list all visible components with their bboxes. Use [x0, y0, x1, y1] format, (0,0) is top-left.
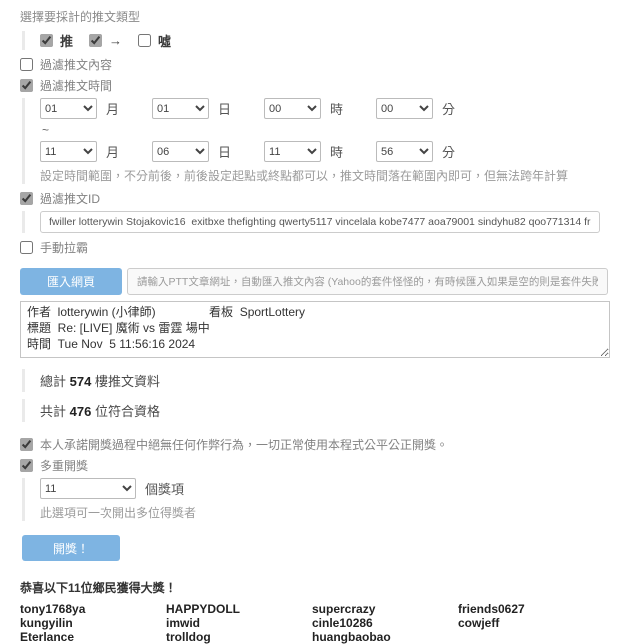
- multi-draw-group: 11 個獎項 此選項可一次開出多位得獎者: [22, 478, 640, 521]
- time-range-hint: 設定時間範圍，不分前後，前後設定起點或終點都可以，推文時間落在範圍內即可，但無法…: [40, 167, 640, 184]
- boo-type-checkbox[interactable]: [138, 34, 151, 47]
- id-list-input[interactable]: [40, 211, 600, 233]
- total-comments-block: 總計 574 樓推文資料: [22, 369, 640, 392]
- day-unit-label: 日: [218, 142, 231, 161]
- filter-id-label: 過濾推文ID: [40, 190, 100, 207]
- winner-id: friends0627: [458, 603, 604, 616]
- ptt-url-input[interactable]: [127, 268, 608, 295]
- day-unit-label: 日: [218, 99, 231, 118]
- manual-slot-checkbox[interactable]: [20, 241, 33, 254]
- multi-draw-label: 多重開獎: [40, 457, 88, 474]
- winner-id: cinle10286: [312, 617, 458, 630]
- filter-content-checkbox[interactable]: [20, 58, 33, 71]
- prize-count-unit-label: 個獎項: [145, 479, 184, 498]
- fairness-pledge-label: 本人承諾開獎過程中絕無任何作弊行為，一切正常使用本程式公平公正開獎。: [40, 436, 448, 453]
- comment-type-group: 推 → 噓: [22, 31, 640, 50]
- minute-unit-label: 分: [442, 99, 455, 118]
- draw-button[interactable]: 開獎！: [22, 535, 120, 561]
- multi-draw-checkbox[interactable]: [20, 459, 33, 472]
- to-minute-select[interactable]: 56: [376, 141, 433, 162]
- article-content-textarea[interactable]: 作者 lotterywin (小律師) 看板 SportLottery 標題 R…: [20, 301, 610, 358]
- push-type-checkbox[interactable]: [40, 34, 53, 47]
- boo-type-label: 噓: [158, 31, 171, 50]
- lottery-tool-page: 選擇要採計的推文類型 推 → 噓 過濾推文內容 過濾推文時間 01 月 01 日: [20, 8, 640, 644]
- manual-slot-label: 手動拉霸: [40, 239, 88, 256]
- hour-unit-label: 時: [330, 142, 343, 161]
- prize-count-select[interactable]: 11: [40, 478, 136, 499]
- winner-id: huangbaobao: [312, 631, 458, 644]
- multi-draw-hint: 此選項可一次開出多位得獎者: [40, 504, 640, 521]
- qualified-count-line: 共計 476 位符合資格: [40, 399, 640, 422]
- filter-time-checkbox[interactable]: [20, 79, 33, 92]
- winner-id: tony1768ya: [20, 603, 166, 616]
- filter-id-checkbox[interactable]: [20, 192, 33, 205]
- from-month-select[interactable]: 01: [40, 98, 97, 119]
- winner-id: Eterlance: [20, 631, 166, 644]
- qualified-count-value: 476: [70, 404, 92, 419]
- from-day-select[interactable]: 01: [152, 98, 209, 119]
- comment-type-section-label: 選擇要採計的推文類型: [20, 8, 640, 25]
- winners-grid: tony1768ya HAPPYDOLL supercrazy friends0…: [20, 603, 640, 644]
- total-comments-line: 總計 574 樓推文資料: [40, 369, 640, 392]
- winner-id: supercrazy: [312, 603, 458, 616]
- winner-id: trolldog: [166, 631, 312, 644]
- import-row: 匯入網頁: [20, 268, 608, 295]
- time-from-row: 01 月 01 日 00 時 00 分: [40, 98, 640, 119]
- month-unit-label: 月: [106, 142, 119, 161]
- arrow-type-label: →: [109, 33, 122, 48]
- hour-unit-label: 時: [330, 99, 343, 118]
- fairness-pledge-checkbox[interactable]: [20, 438, 33, 451]
- push-type-label: 推: [60, 31, 73, 50]
- time-range-group: 01 月 01 日 00 時 00 分 ~ 11 月 06: [22, 98, 640, 184]
- winner-id: kungyilin: [20, 617, 166, 630]
- qualified-count-block: 共計 476 位符合資格: [22, 399, 640, 422]
- id-filter-group: [22, 211, 640, 233]
- winner-id: cowjeff: [458, 617, 604, 630]
- month-unit-label: 月: [106, 99, 119, 118]
- total-comments-value: 574: [70, 374, 92, 389]
- minute-unit-label: 分: [442, 142, 455, 161]
- from-minute-select[interactable]: 00: [376, 98, 433, 119]
- range-separator: ~: [42, 123, 640, 137]
- import-url-button[interactable]: 匯入網頁: [20, 268, 122, 295]
- filter-content-label: 過濾推文內容: [40, 56, 112, 73]
- to-hour-select[interactable]: 11: [264, 141, 321, 162]
- winner-id: imwid: [166, 617, 312, 630]
- winner-id: HAPPYDOLL: [166, 603, 312, 616]
- filter-time-label: 過濾推文時間: [40, 77, 112, 94]
- congrats-message: 恭喜以下11位鄉民獲得大獎！: [20, 579, 640, 596]
- to-month-select[interactable]: 11: [40, 141, 97, 162]
- arrow-type-checkbox[interactable]: [89, 34, 102, 47]
- to-day-select[interactable]: 06: [152, 141, 209, 162]
- from-hour-select[interactable]: 00: [264, 98, 321, 119]
- time-to-row: 11 月 06 日 11 時 56 分: [40, 141, 640, 162]
